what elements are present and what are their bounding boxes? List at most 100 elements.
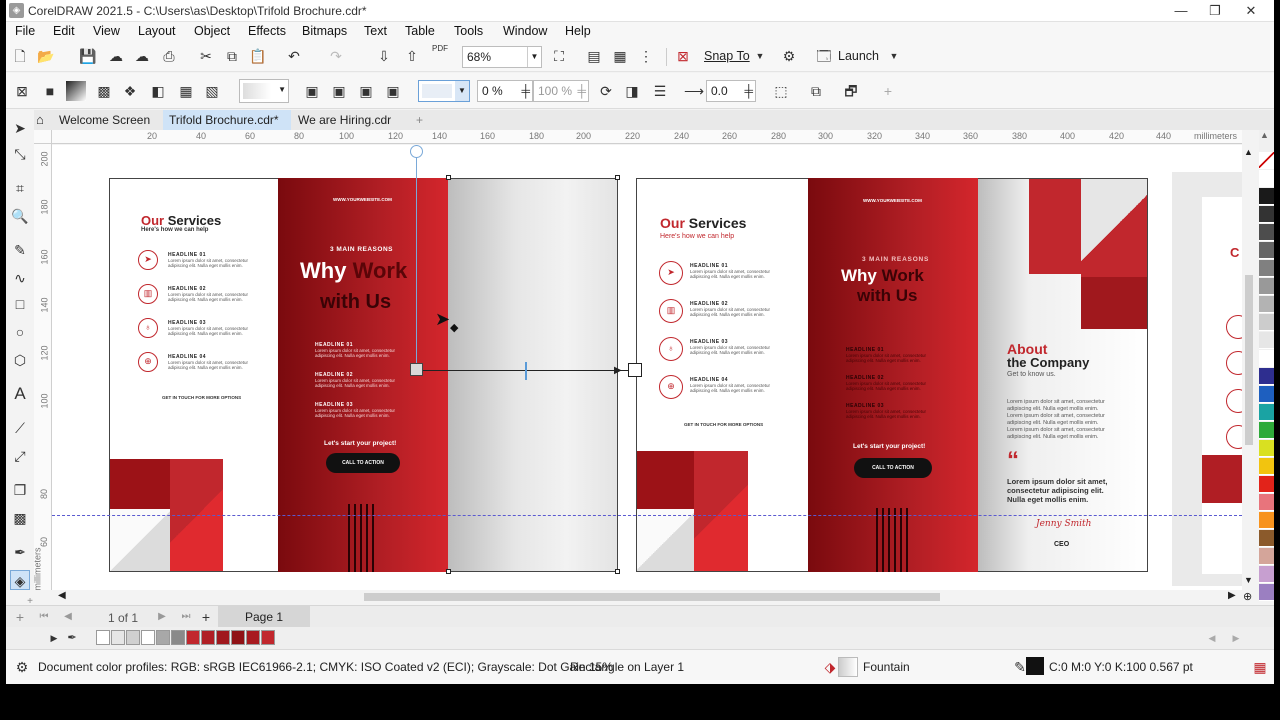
menu-text[interactable]: Text [364,24,387,38]
crop-tool-icon[interactable]: ⌗ [10,178,30,198]
palette-swatch[interactable] [1259,224,1274,241]
document-palette-swatch[interactable] [96,630,110,645]
horizontal-scroll-thumb[interactable] [364,593,940,601]
paste-icon[interactable]: 📋 [248,46,268,66]
selection-handle[interactable] [615,175,620,180]
horizontal-ruler[interactable]: 20 40 60 80 100 120 140 160 180 200 220 … [52,130,1242,144]
fill-end-node[interactable] [628,363,642,377]
pick-tool-icon[interactable]: ➤ [10,118,30,138]
palette-swatch[interactable] [1259,422,1274,439]
palette-swatch[interactable] [1259,566,1274,583]
document-palette-swatch[interactable] [261,630,275,645]
scroll-left-icon[interactable]: ◀ [58,590,66,601]
text-tool-icon[interactable]: A [10,384,30,404]
tab-we-are-hiring[interactable]: We are Hiring.cdr [292,110,406,130]
acceleration-field[interactable]: 0.0 ╪ [706,80,756,102]
stepper-icon[interactable]: ╪ [521,81,530,101]
document-palette-swatch[interactable] [231,630,245,645]
brochure-left-panel-3-selected[interactable] [448,178,618,572]
cut-icon[interactable]: ✂ [196,46,216,66]
selection-handle[interactable] [615,569,620,574]
palette-scroll-up-icon[interactable]: ▲ [1260,130,1269,140]
texture-fill-icon[interactable]: ▦ [176,81,196,101]
palette-swatch[interactable] [1259,314,1274,331]
conical-fountain-icon[interactable]: ▣ [356,81,376,101]
add-page-before-icon[interactable]: + [10,607,30,627]
show-guidelines-icon[interactable]: ⋮ [636,46,656,66]
add-icon[interactable]: + [878,81,898,101]
selection-handle[interactable] [446,569,451,574]
horizontal-guideline[interactable] [52,515,1242,516]
mirror-fill-icon[interactable]: ◨ [622,81,642,101]
vertical-scrollbar[interactable]: ▲ ▼ [1242,145,1256,590]
palette-swatch[interactable] [1259,440,1274,457]
stepper-icon[interactable]: ╪ [577,81,586,101]
chevron-down-icon[interactable]: ▼ [884,46,904,66]
fill-swatch[interactable] [838,657,858,677]
brochure-right-panel-2[interactable]: WWW.YOURWEBSITE.COM 3 MAIN REASONS Why W… [808,178,978,572]
menu-layout[interactable]: Layout [138,24,176,38]
palette-swatch[interactable] [1259,494,1274,511]
fill-rotation-handle[interactable] [410,145,423,158]
stepper-icon[interactable]: ╪ [744,81,753,101]
transparency-tool-icon[interactable]: ▩ [10,508,30,528]
snap-to-dropdown[interactable]: Snap To [704,49,750,63]
postscript-fill-icon[interactable]: ▧ [202,81,222,101]
polygon-tool-icon[interactable]: ⬡ [10,350,30,370]
document-palette-swatch[interactable] [246,630,260,645]
fill-picker[interactable]: ▼ [239,79,289,103]
cloud-download-icon[interactable]: ☁ [132,46,152,66]
free-scale-icon[interactable]: ⬚ [771,81,791,101]
no-color-swatch[interactable] [1259,152,1274,169]
add-page-after-icon[interactable]: + [196,607,216,627]
edit-fill-icon[interactable]: 🗗 [841,81,861,101]
color-eyedropper-icon[interactable]: ✒ [10,542,30,562]
palette-swatch[interactable] [1259,260,1274,277]
freehand-tool-icon[interactable]: ✎ [10,240,30,260]
import-icon[interactable]: ⇩ [374,46,394,66]
acceleration-icon[interactable]: ⟶ [684,81,704,101]
selection-handle[interactable] [446,175,451,180]
menu-help[interactable]: Help [565,24,591,38]
chevron-down-icon[interactable]: ▼ [527,47,541,67]
tab-welcome-screen[interactable]: ⌂ Welcome Screen [34,110,164,130]
palette-docker-icon[interactable]: ▦ [1250,657,1270,677]
elliptical-fountain-icon[interactable]: ▣ [329,81,349,101]
new-document-icon[interactable]: 🗋 [10,46,30,66]
ellipse-tool-icon[interactable]: ○ [10,322,30,342]
page-tab[interactable]: Page 1 [218,606,310,628]
full-screen-preview-icon[interactable]: ▤ [584,46,604,66]
document-palette-swatch[interactable] [111,630,125,645]
document-palette-swatch[interactable] [216,630,230,645]
document-palette-swatch[interactable] [186,630,200,645]
fill-start-node[interactable] [410,363,423,376]
next-page-icon[interactable]: ▶ [152,607,172,627]
palette-swatch[interactable] [1259,170,1274,187]
document-palette-swatch[interactable] [126,630,140,645]
palette-menu-arrow-icon[interactable]: ▶ [44,628,64,648]
undo-icon[interactable]: ↶ [284,46,304,66]
options-gear-icon[interactable]: ⚙ [779,46,799,66]
redo-icon[interactable]: ↷ [326,46,346,66]
outline-color-swatch[interactable] [1026,657,1044,675]
linear-fountain-icon[interactable]: ▣ [302,81,322,101]
cloud-upload-icon[interactable]: ☁ [106,46,126,66]
brochure-left-panel-1[interactable]: Our Services Here's how we can help ➤ HE… [109,178,278,572]
open-folder-icon[interactable]: 📂 [36,46,56,66]
palette-swatch[interactable] [1259,242,1274,259]
connector-tool-icon[interactable]: ⤢ [10,446,30,466]
zoom-level-field[interactable]: 68% ▼ [462,46,542,68]
node-color-picker[interactable]: ▼ [418,80,470,102]
scroll-right-icon[interactable]: ▶ [1226,628,1246,648]
palette-swatch[interactable] [1259,476,1274,493]
drop-shadow-tool-icon[interactable]: ❐ [10,480,30,500]
menu-bitmaps[interactable]: Bitmaps [302,24,347,38]
palette-swatch[interactable] [1259,296,1274,313]
vertical-ruler[interactable]: 200 180 160 140 120 100 80 60 millimeter… [33,144,52,591]
horizontal-scrollbar[interactable]: ◀ ▶ [52,590,1242,604]
palette-swatch[interactable] [1259,584,1274,601]
palette-swatch[interactable] [1259,458,1274,475]
palette-swatch[interactable] [1259,386,1274,403]
scroll-right-icon[interactable]: ▶ [1228,590,1236,601]
chevron-down-icon[interactable]: ▼ [750,46,770,66]
